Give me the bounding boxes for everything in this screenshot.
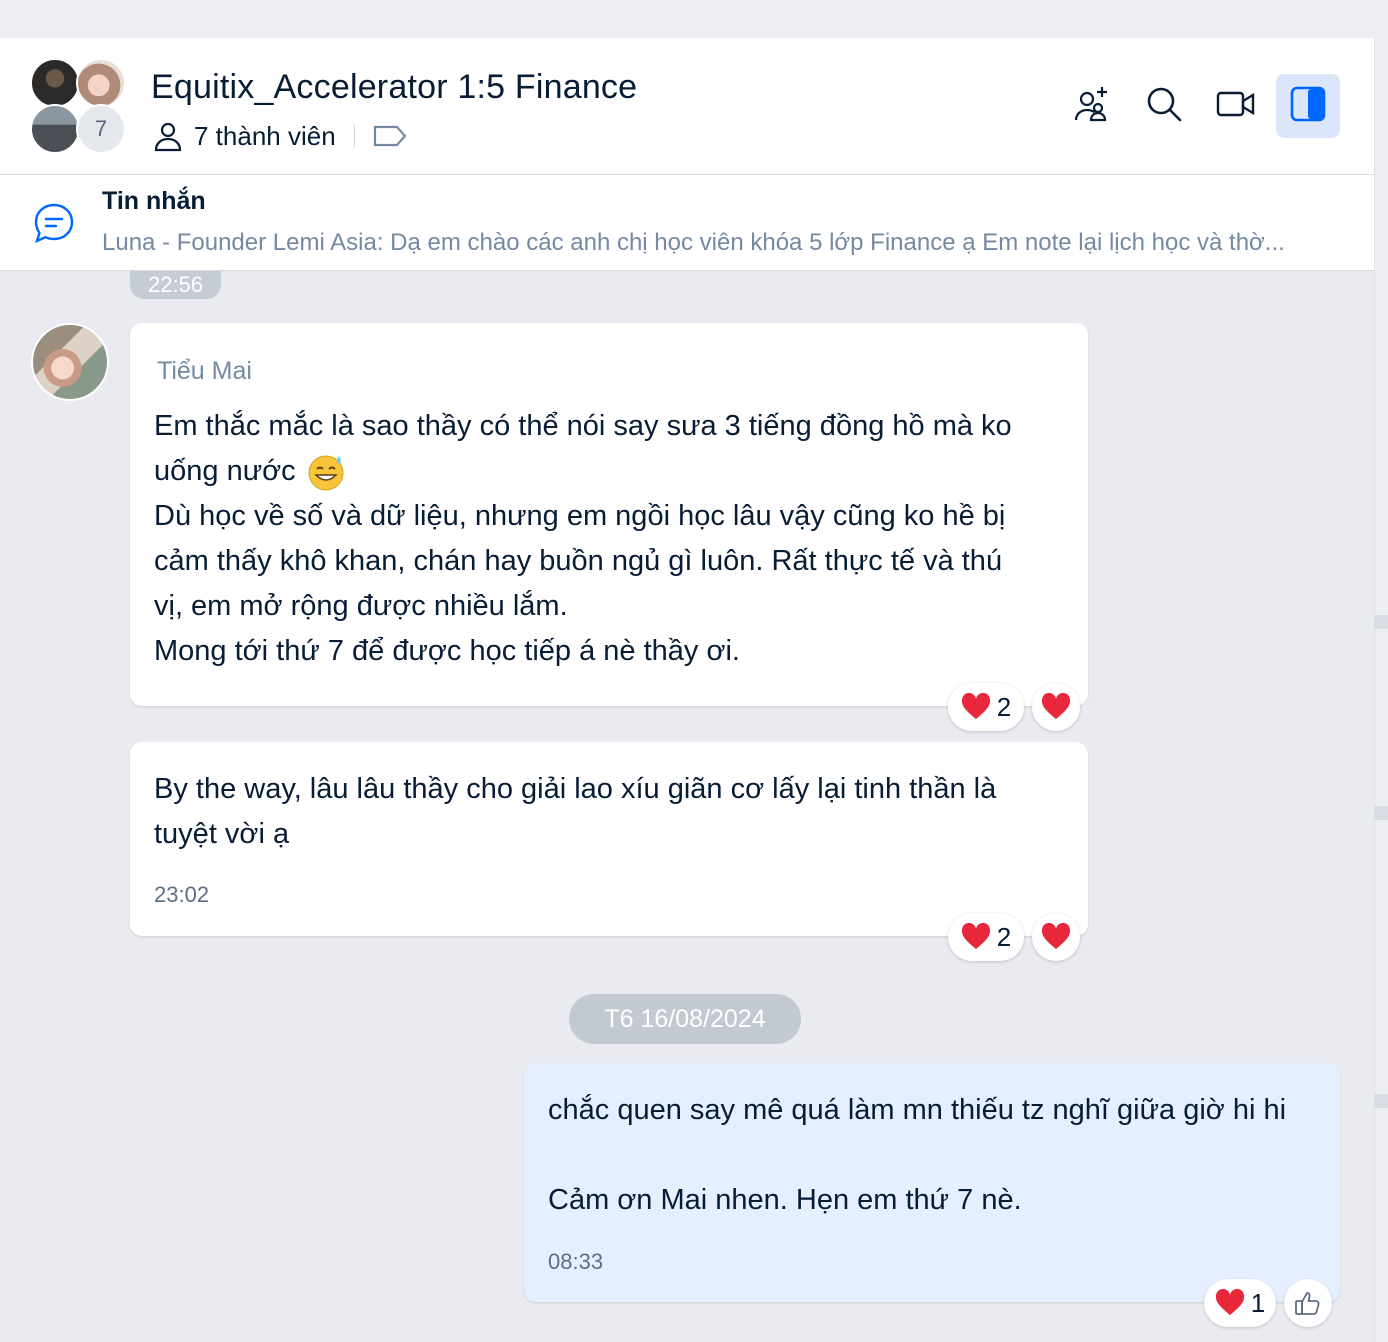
sidebar-toggle-icon: [1290, 86, 1326, 127]
message-line: Em thắc mắc là sao thầy có thể nói say s…: [154, 410, 1012, 442]
message-line: Cảm ơn Mai nhen. Hẹn em thứ 7 nè.: [548, 1184, 1022, 1216]
members-row: 7 thành viên: [152, 118, 407, 154]
message-line: tuyệt vời ạ: [154, 818, 290, 850]
my-message-bubble[interactable]: chắc quen say mê quá làm mn thiếu tz ngh…: [524, 1063, 1340, 1302]
heart-icon: [1215, 1289, 1245, 1317]
message-text: Em thắc mắc là sao thầy có thể nói say s…: [154, 404, 1074, 674]
member-avatar: [30, 104, 80, 154]
heart-icon: [1041, 693, 1071, 721]
chat-bubble-icon: [32, 201, 76, 250]
add-member-button[interactable]: [1060, 74, 1124, 138]
member-count-badge: 7: [76, 104, 126, 154]
heart-icon: [1041, 923, 1071, 951]
member-avatar: [76, 58, 126, 108]
group-avatar[interactable]: 7: [30, 58, 126, 154]
right-edge-panel: [1374, 38, 1388, 1342]
react-button[interactable]: [1032, 683, 1080, 731]
reaction-count: 2: [996, 921, 1012, 952]
reaction-summary[interactable]: 2: [948, 683, 1024, 731]
reaction-summary[interactable]: 2: [948, 913, 1024, 961]
person-icon: [152, 120, 184, 152]
message-time: 08:33: [548, 1249, 604, 1274]
members-link[interactable]: 7 thành viên: [194, 121, 336, 152]
message-line-text: uống nước: [154, 455, 296, 487]
react-button[interactable]: [1032, 913, 1080, 961]
sender-name: Tiểu Mai: [157, 357, 252, 385]
search-button[interactable]: [1132, 74, 1196, 138]
video-call-button[interactable]: [1204, 74, 1268, 138]
divider: [353, 125, 355, 147]
pinned-message-bar[interactable]: Tin nhắn Luna - Founder Lemi Asia: Dạ em…: [0, 175, 1374, 271]
message-line: [548, 1133, 1328, 1178]
message-text: By the way, lâu lâu thầy cho giải lao xí…: [154, 767, 1074, 857]
message-bubble[interactable]: Tiểu Mai Em thắc mắc là sao thầy có thể …: [130, 323, 1088, 706]
message-bubble[interactable]: By the way, lâu lâu thầy cho giải lao xí…: [130, 742, 1088, 936]
sweat-smile-emoji-icon: [306, 452, 346, 492]
message-line: Mong tới thứ 7 để được học tiếp á nè thầ…: [154, 635, 740, 667]
add-user-icon: [1072, 84, 1112, 129]
message-line: chắc quen say mê quá làm mn thiếu tz ngh…: [548, 1094, 1287, 1126]
heart-icon: [961, 693, 991, 721]
search-icon: [1145, 85, 1183, 128]
message-line: uống nước: [154, 449, 1074, 494]
pinned-title: Tin nhắn: [102, 187, 206, 215]
scroll-marker: [1374, 1094, 1388, 1108]
member-avatar: [30, 58, 80, 108]
pinned-preview: Luna - Founder Lemi Asia: Dạ em chào các…: [102, 229, 1285, 256]
scroll-marker: [1374, 615, 1388, 629]
heart-icon: [961, 923, 991, 951]
toggle-sidebar-button[interactable]: [1276, 74, 1340, 138]
sender-avatar[interactable]: [31, 323, 109, 401]
thumbs-up-icon: [1294, 1289, 1322, 1317]
video-call-icon: [1216, 89, 1256, 124]
window-top-strip: [0, 0, 1388, 38]
reaction-count: 2: [996, 691, 1012, 722]
message-line: Dù học về số và dữ liệu, nhưng em ngồi h…: [154, 500, 1006, 532]
tag-icon[interactable]: [373, 124, 407, 148]
like-button[interactable]: [1284, 1279, 1332, 1327]
scroll-marker: [1374, 806, 1388, 820]
header-actions: [1060, 74, 1340, 138]
reaction-count: 1: [1250, 1287, 1266, 1318]
previous-message-time: 22:56: [130, 271, 221, 299]
conversation-header: 7 Equitix_Accelerator 1:5 Finance 7 thàn…: [0, 38, 1374, 175]
date-divider: T6 16/08/2024: [569, 994, 801, 1044]
message-time: 23:02: [154, 882, 210, 907]
conversation-title[interactable]: Equitix_Accelerator 1:5 Finance: [151, 68, 637, 107]
message-line: By the way, lâu lâu thầy cho giải lao xí…: [154, 773, 997, 805]
message-line: vị, em mở rộng được nhiều lắm.: [154, 590, 568, 622]
message-line: cảm thấy khô khan, chán hay buồn ngủ gì …: [154, 545, 1003, 577]
reaction-summary[interactable]: 1: [1204, 1279, 1276, 1327]
message-text: chắc quen say mê quá làm mn thiếu tz ngh…: [548, 1088, 1328, 1223]
